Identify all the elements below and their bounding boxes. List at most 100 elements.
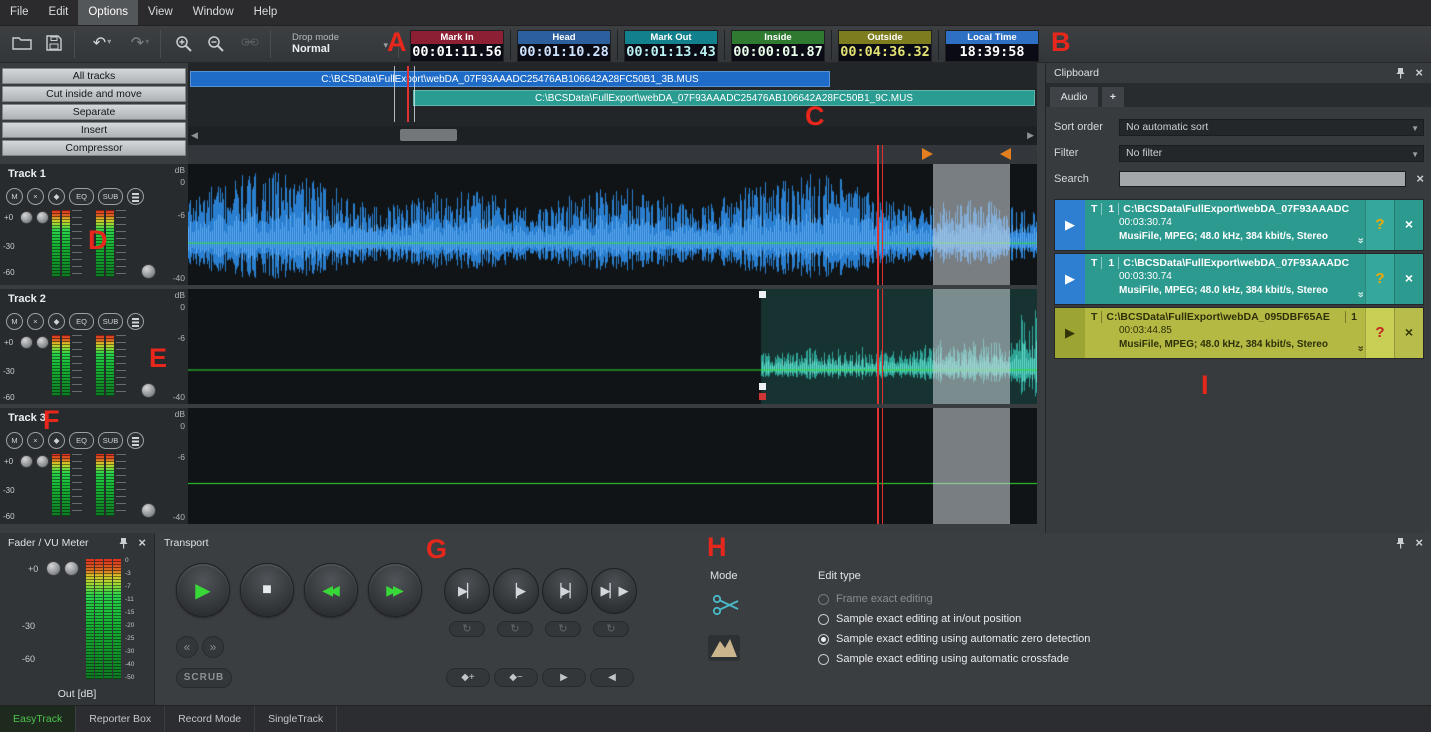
transport-play-between-marks-button[interactable]: ▕▶▏ <box>542 568 588 614</box>
range-end-marker[interactable] <box>1000 148 1011 160</box>
close-icon[interactable]: × <box>138 535 146 550</box>
fade-mode-icon[interactable] <box>708 635 740 664</box>
redo-button[interactable]: ↷▾ <box>122 31 158 57</box>
radio-button[interactable] <box>818 614 829 625</box>
pin-icon[interactable] <box>1395 67 1407 79</box>
edit-button-insert[interactable]: Insert <box>2 122 186 138</box>
track-menu-button[interactable] <box>127 432 144 449</box>
scroll-left-arrow[interactable]: ◀ <box>191 130 198 141</box>
edit-button-compressor[interactable]: Compressor <box>2 140 186 156</box>
track-menu-button[interactable] <box>127 188 144 205</box>
tab-record-mode[interactable]: Record Mode <box>165 706 255 732</box>
scrub-button[interactable]: SCRUB <box>176 668 232 688</box>
track-solo-button[interactable]: × <box>27 188 44 205</box>
menu-item-file[interactable]: File <box>0 0 39 25</box>
transport-rewind-button[interactable]: ◀◀ <box>304 563 358 617</box>
overview-file-bar-bottom[interactable]: C:\BCSData\FullExport\webDA_07F93AAADC25… <box>413 90 1035 106</box>
menu-item-view[interactable]: View <box>138 0 183 25</box>
edit-type-option[interactable]: Sample exact editing using automatic zer… <box>818 629 1238 649</box>
track-pan-knob[interactable] <box>141 503 156 518</box>
track-menu-button[interactable] <box>127 313 144 330</box>
add-tab-button[interactable]: + <box>1102 87 1124 107</box>
track-gain-knob[interactable] <box>36 455 49 468</box>
track-solo-button[interactable]: × <box>27 313 44 330</box>
edit-button-separate[interactable]: Separate <box>2 104 186 120</box>
menu-item-edit[interactable]: Edit <box>39 0 79 25</box>
radio-button[interactable] <box>818 594 829 605</box>
undo-button[interactable]: ↶▾ <box>84 31 120 57</box>
track-pan-button[interactable]: ◆ <box>48 313 65 330</box>
track-pan-knob[interactable] <box>141 383 156 398</box>
entry-close-button[interactable]: × <box>1394 254 1423 304</box>
edit-type-option[interactable]: Sample exact editing using automatic cro… <box>818 649 1238 669</box>
edit-type-option[interactable]: Frame exact editing <box>818 589 1238 609</box>
sort-order-dropdown[interactable]: No automatic sort▼ <box>1119 119 1424 136</box>
link-tool-button[interactable] <box>236 31 264 57</box>
loop-toggle-button[interactable]: ↻ <box>449 621 485 637</box>
waveform-canvas[interactable] <box>188 408 1037 524</box>
track-pan-knob[interactable] <box>141 264 156 279</box>
entry-play-button[interactable]: ▶ <box>1055 254 1085 304</box>
save-button[interactable] <box>40 31 68 57</box>
back-marker-button[interactable]: ◀ <box>590 668 634 687</box>
scroll-right-arrow[interactable]: ▶ <box>1027 130 1034 141</box>
waveform-canvas[interactable] <box>188 289 1037 404</box>
zoom-in-button[interactable] <box>170 31 198 57</box>
clip-handle[interactable] <box>759 383 766 390</box>
skip-back-button[interactable]: « <box>176 636 198 658</box>
track-gain-knob[interactable] <box>20 211 33 224</box>
close-icon[interactable]: × <box>1415 535 1423 550</box>
transport-play-around-cut-button[interactable]: ▶▏▶ <box>591 568 637 614</box>
track-pan-button[interactable]: ◆ <box>48 188 65 205</box>
entry-close-button[interactable]: × <box>1394 308 1423 358</box>
track-mute-button[interactable]: M <box>6 188 23 205</box>
loop-toggle-button[interactable]: ↻ <box>497 621 533 637</box>
edit-type-option[interactable]: Sample exact editing at in/out position <box>818 609 1238 629</box>
open-file-button[interactable] <box>8 31 36 57</box>
range-start-marker[interactable] <box>922 148 933 160</box>
radio-button[interactable] <box>818 634 829 645</box>
loop-toggle-button[interactable]: ↻ <box>593 621 629 637</box>
clear-search-icon[interactable]: × <box>1416 171 1424 186</box>
track-sub-button[interactable]: SUB <box>98 188 123 205</box>
track-eq-button[interactable]: EQ <box>69 188 94 205</box>
pin-icon[interactable] <box>118 537 130 549</box>
track-gain-knob[interactable] <box>20 336 33 349</box>
timeline-ruler[interactable] <box>188 145 1037 164</box>
clipboard-tab-audio[interactable]: Audio <box>1050 87 1098 107</box>
track-sub-button[interactable]: SUB <box>98 432 123 449</box>
clipboard-entry[interactable]: ▶T1C:\BCSData\FullExport\webDA_07F93AAAD… <box>1054 253 1424 305</box>
track-gain-knob[interactable] <box>20 455 33 468</box>
entry-help-button[interactable]: ? <box>1365 308 1394 358</box>
menu-item-options[interactable]: Options <box>78 0 138 25</box>
cut-mode-icon[interactable] <box>712 593 742 620</box>
track-gain-knob[interactable] <box>36 211 49 224</box>
output-gain-knob[interactable] <box>64 561 79 576</box>
entry-expand-icon[interactable]: » <box>1354 291 1365 296</box>
track-sub-button[interactable]: SUB <box>98 313 123 330</box>
tab-easytrack[interactable]: EasyTrack <box>0 706 76 732</box>
add-marker-button[interactable]: ◆+ <box>446 668 490 687</box>
transport-fast-forward-button[interactable]: ▶▶ <box>368 563 422 617</box>
waveform-canvas[interactable] <box>188 164 1037 285</box>
track-mute-button[interactable]: M <box>6 432 23 449</box>
clipboard-entry[interactable]: ▶TC:\BCSData\FullExport\webDA_095DBF65AE… <box>1054 307 1424 359</box>
entry-expand-icon[interactable]: » <box>1354 345 1365 350</box>
output-gain-knob[interactable] <box>46 561 61 576</box>
overview-scrollbar[interactable]: ◀ ▶ <box>188 126 1037 145</box>
entry-close-button[interactable]: × <box>1394 200 1423 250</box>
tab-singletrack[interactable]: SingleTrack <box>255 706 337 732</box>
play-marker-button[interactable]: ▶ <box>542 668 586 687</box>
menu-item-window[interactable]: Window <box>183 0 244 25</box>
clip-handle[interactable] <box>759 393 766 400</box>
filter-dropdown[interactable]: No filter▼ <box>1119 145 1424 162</box>
entry-play-button[interactable]: ▶ <box>1055 200 1085 250</box>
track-gain-knob[interactable] <box>36 336 49 349</box>
transport-play-to-mark-button[interactable]: ▶▏ <box>444 568 490 614</box>
overview-strip[interactable]: C:\BCSData\FullExport\webDA_07F93AAADC25… <box>188 63 1037 145</box>
transport-stop-button[interactable]: ■ <box>240 563 294 617</box>
track-mute-button[interactable]: M <box>6 313 23 330</box>
edit-button-all-tracks[interactable]: All tracks <box>2 68 186 84</box>
edit-button-cut-inside-and-move[interactable]: Cut inside and move <box>2 86 186 102</box>
track-eq-button[interactable]: EQ <box>69 313 94 330</box>
